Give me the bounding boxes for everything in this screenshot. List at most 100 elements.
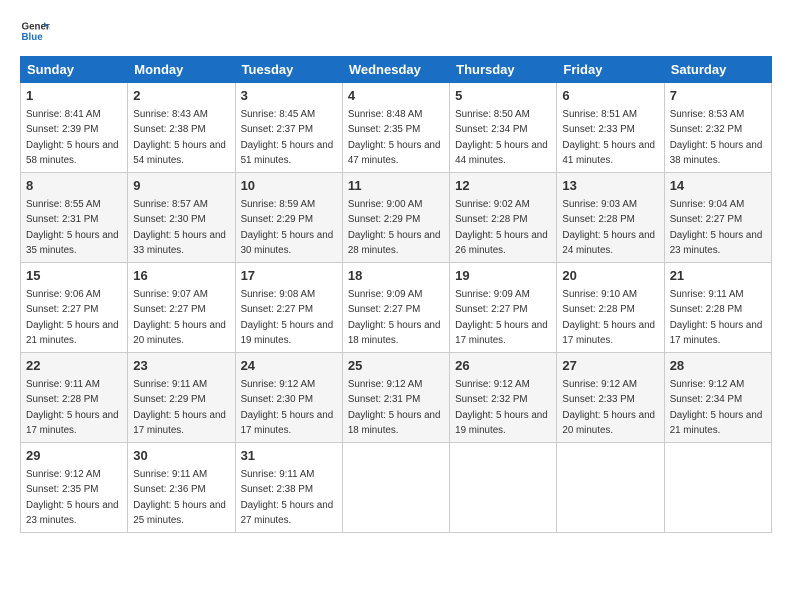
day-info: Sunrise: 9:12 AMSunset: 2:35 PMDaylight:… xyxy=(26,469,119,526)
logo: General Blue xyxy=(20,16,54,46)
day-number: 5 xyxy=(455,87,551,105)
day-number: 16 xyxy=(133,267,229,285)
day-info: Sunrise: 9:09 AMSunset: 2:27 PMDaylight:… xyxy=(348,289,441,346)
logo-icon: General Blue xyxy=(20,16,50,46)
day-info: Sunrise: 8:45 AMSunset: 2:37 PMDaylight:… xyxy=(241,109,334,166)
day-info: Sunrise: 9:12 AMSunset: 2:34 PMDaylight:… xyxy=(670,379,763,436)
calendar-cell: 30 Sunrise: 9:11 AMSunset: 2:36 PMDayligh… xyxy=(128,443,235,533)
calendar-cell: 28 Sunrise: 9:12 AMSunset: 2:34 PMDayligh… xyxy=(664,353,771,443)
day-info: Sunrise: 9:09 AMSunset: 2:27 PMDaylight:… xyxy=(455,289,548,346)
calendar-cell: 31 Sunrise: 9:11 AMSunset: 2:38 PMDayligh… xyxy=(235,443,342,533)
calendar-cell: 9 Sunrise: 8:57 AMSunset: 2:30 PMDaylight… xyxy=(128,173,235,263)
day-number: 1 xyxy=(26,87,122,105)
calendar-cell: 12 Sunrise: 9:02 AMSunset: 2:28 PMDayligh… xyxy=(450,173,557,263)
day-number: 24 xyxy=(241,357,337,375)
calendar-cell: 16Sunrise: 9:07 AMSunset: 2:27 PMDayligh… xyxy=(128,263,235,353)
day-number: 17 xyxy=(241,267,337,285)
calendar-cell: 14 Sunrise: 9:04 AMSunset: 2:27 PMDayligh… xyxy=(664,173,771,263)
calendar-cell: 18 Sunrise: 9:09 AMSunset: 2:27 PMDayligh… xyxy=(342,263,449,353)
calendar-cell: 2 Sunrise: 8:43 AMSunset: 2:38 PMDaylight… xyxy=(128,83,235,173)
calendar-cell: 26 Sunrise: 9:12 AMSunset: 2:32 PMDayligh… xyxy=(450,353,557,443)
day-number: 18 xyxy=(348,267,444,285)
day-number: 22 xyxy=(26,357,122,375)
calendar-cell: 7 Sunrise: 8:53 AMSunset: 2:32 PMDaylight… xyxy=(664,83,771,173)
calendar-cell: 4 Sunrise: 8:48 AMSunset: 2:35 PMDaylight… xyxy=(342,83,449,173)
weekday-header-sunday: Sunday xyxy=(21,57,128,83)
weekday-header-wednesday: Wednesday xyxy=(342,57,449,83)
calendar-cell: 19 Sunrise: 9:09 AMSunset: 2:27 PMDayligh… xyxy=(450,263,557,353)
day-number: 19 xyxy=(455,267,551,285)
day-number: 8 xyxy=(26,177,122,195)
calendar-cell: 15 Sunrise: 9:06 AMSunset: 2:27 PMDayligh… xyxy=(21,263,128,353)
day-info: Sunrise: 9:03 AMSunset: 2:28 PMDaylight:… xyxy=(562,199,655,256)
day-number: 2 xyxy=(133,87,229,105)
calendar-cell xyxy=(557,443,664,533)
day-number: 21 xyxy=(670,267,766,285)
day-number: 12 xyxy=(455,177,551,195)
svg-text:Blue: Blue xyxy=(22,32,44,43)
calendar-cell: 25 Sunrise: 9:12 AMSunset: 2:31 PMDayligh… xyxy=(342,353,449,443)
day-number: 11 xyxy=(348,177,444,195)
day-info: Sunrise: 9:11 AMSunset: 2:29 PMDaylight:… xyxy=(133,379,226,436)
day-info: Sunrise: 9:04 AMSunset: 2:27 PMDaylight:… xyxy=(670,199,763,256)
day-info: Sunrise: 8:55 AMSunset: 2:31 PMDaylight:… xyxy=(26,199,119,256)
day-info: Sunrise: 9:11 AMSunset: 2:36 PMDaylight:… xyxy=(133,469,226,526)
day-info: Sunrise: 9:00 AMSunset: 2:29 PMDaylight:… xyxy=(348,199,441,256)
weekday-header-tuesday: Tuesday xyxy=(235,57,342,83)
calendar-cell: 11 Sunrise: 9:00 AMSunset: 2:29 PMDayligh… xyxy=(342,173,449,263)
page-header: General Blue xyxy=(20,16,772,46)
calendar-cell: 6Sunrise: 8:51 AMSunset: 2:33 PMDaylight… xyxy=(557,83,664,173)
day-number: 31 xyxy=(241,447,337,465)
day-number: 7 xyxy=(670,87,766,105)
day-info: Sunrise: 8:59 AMSunset: 2:29 PMDaylight:… xyxy=(241,199,334,256)
calendar-cell: 8 Sunrise: 8:55 AMSunset: 2:31 PMDaylight… xyxy=(21,173,128,263)
day-number: 13 xyxy=(562,177,658,195)
day-number: 4 xyxy=(348,87,444,105)
day-info: Sunrise: 8:50 AMSunset: 2:34 PMDaylight:… xyxy=(455,109,548,166)
day-info: Sunrise: 9:11 AMSunset: 2:28 PMDaylight:… xyxy=(26,379,119,436)
calendar-cell: 1 Sunrise: 8:41 AMSunset: 2:39 PMDaylight… xyxy=(21,83,128,173)
calendar-cell: 20 Sunrise: 9:10 AMSunset: 2:28 PMDayligh… xyxy=(557,263,664,353)
day-number: 20 xyxy=(562,267,658,285)
weekday-header-saturday: Saturday xyxy=(664,57,771,83)
day-number: 14 xyxy=(670,177,766,195)
calendar-cell: 3 Sunrise: 8:45 AMSunset: 2:37 PMDaylight… xyxy=(235,83,342,173)
day-info: Sunrise: 9:11 AMSunset: 2:28 PMDaylight:… xyxy=(670,289,763,346)
day-info: Sunrise: 9:11 AMSunset: 2:38 PMDaylight:… xyxy=(241,469,334,526)
day-info: Sunrise: 9:12 AMSunset: 2:30 PMDaylight:… xyxy=(241,379,334,436)
day-info: Sunrise: 8:53 AMSunset: 2:32 PMDaylight:… xyxy=(670,109,763,166)
calendar-cell: 10 Sunrise: 8:59 AMSunset: 2:29 PMDayligh… xyxy=(235,173,342,263)
calendar-cell: 27Sunrise: 9:12 AMSunset: 2:33 PMDayligh… xyxy=(557,353,664,443)
day-number: 3 xyxy=(241,87,337,105)
day-info: Sunrise: 8:57 AMSunset: 2:30 PMDaylight:… xyxy=(133,199,226,256)
day-number: 15 xyxy=(26,267,122,285)
calendar-cell: 13 Sunrise: 9:03 AMSunset: 2:28 PMDayligh… xyxy=(557,173,664,263)
day-info: Sunrise: 9:06 AMSunset: 2:27 PMDaylight:… xyxy=(26,289,119,346)
svg-text:General: General xyxy=(22,22,51,33)
day-number: 28 xyxy=(670,357,766,375)
calendar-cell: 29 Sunrise: 9:12 AMSunset: 2:35 PMDayligh… xyxy=(21,443,128,533)
day-number: 9 xyxy=(133,177,229,195)
day-number: 23 xyxy=(133,357,229,375)
calendar-cell: 22 Sunrise: 9:11 AMSunset: 2:28 PMDayligh… xyxy=(21,353,128,443)
day-info: Sunrise: 9:12 AMSunset: 2:31 PMDaylight:… xyxy=(348,379,441,436)
weekday-header-monday: Monday xyxy=(128,57,235,83)
calendar-cell: 17Sunrise: 9:08 AMSunset: 2:27 PMDayligh… xyxy=(235,263,342,353)
day-number: 30 xyxy=(133,447,229,465)
day-info: Sunrise: 9:02 AMSunset: 2:28 PMDaylight:… xyxy=(455,199,548,256)
calendar-cell: 23 Sunrise: 9:11 AMSunset: 2:29 PMDayligh… xyxy=(128,353,235,443)
weekday-header-friday: Friday xyxy=(557,57,664,83)
day-info: Sunrise: 9:12 AMSunset: 2:32 PMDaylight:… xyxy=(455,379,548,436)
calendar-cell: 24 Sunrise: 9:12 AMSunset: 2:30 PMDayligh… xyxy=(235,353,342,443)
weekday-header-thursday: Thursday xyxy=(450,57,557,83)
day-info: Sunrise: 8:43 AMSunset: 2:38 PMDaylight:… xyxy=(133,109,226,166)
calendar: SundayMondayTuesdayWednesdayThursdayFrid… xyxy=(20,56,772,533)
day-number: 25 xyxy=(348,357,444,375)
day-info: Sunrise: 8:48 AMSunset: 2:35 PMDaylight:… xyxy=(348,109,441,166)
day-number: 29 xyxy=(26,447,122,465)
day-info: Sunrise: 9:10 AMSunset: 2:28 PMDaylight:… xyxy=(562,289,655,346)
day-number: 10 xyxy=(241,177,337,195)
day-info: Sunrise: 8:41 AMSunset: 2:39 PMDaylight:… xyxy=(26,109,119,166)
calendar-cell xyxy=(342,443,449,533)
day-number: 26 xyxy=(455,357,551,375)
